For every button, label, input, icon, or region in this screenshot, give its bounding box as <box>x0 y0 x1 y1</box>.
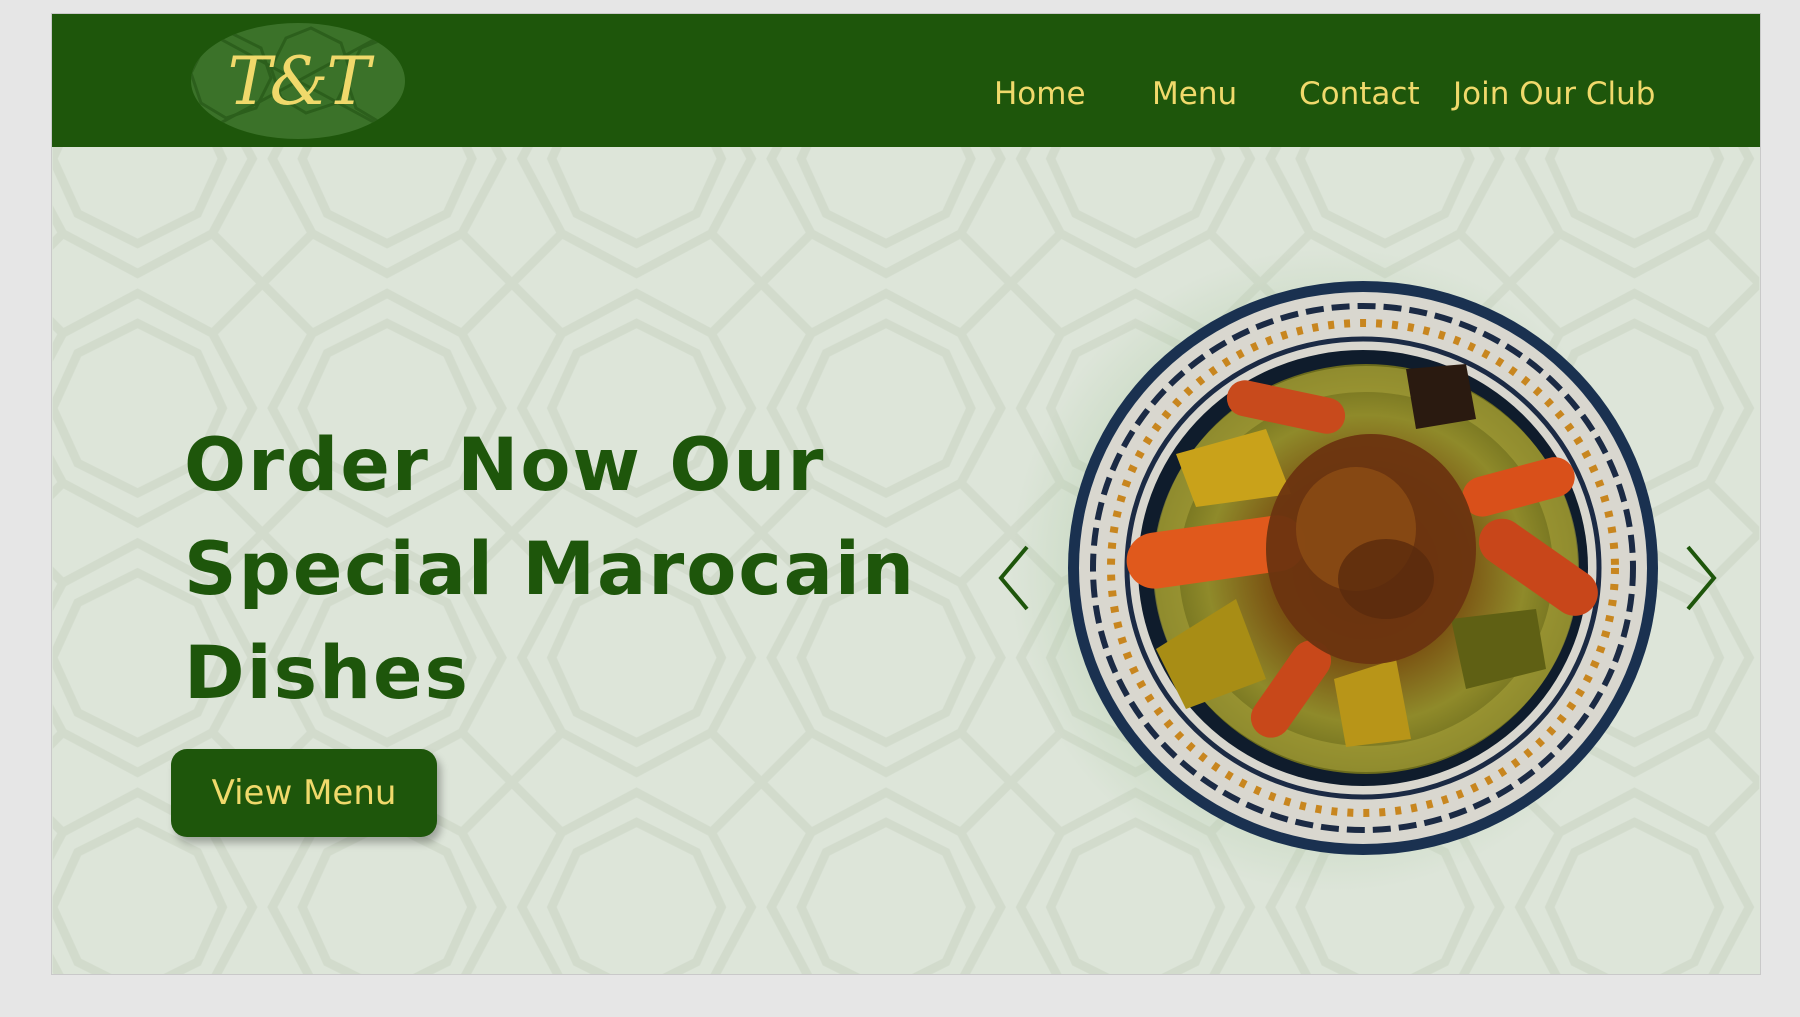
hero-title-line-2: Special Marocain <box>184 527 916 612</box>
site-header: T&T Home Menu Contact Join Our Club <box>52 14 1760 147</box>
hero-title: Order Now Our Special Marocain Dishes <box>184 414 964 726</box>
couscous-dish-image <box>1068 281 1658 855</box>
nav-join-our-club[interactable]: Join Our Club <box>1453 76 1655 112</box>
nav-menu[interactable]: Menu <box>1152 76 1237 112</box>
logo-text: T&T <box>227 42 371 120</box>
nav-home[interactable]: Home <box>994 76 1086 112</box>
carousel-next-button[interactable] <box>1680 543 1720 613</box>
chevron-right-icon <box>1686 545 1717 611</box>
view-menu-button[interactable]: View Menu <box>171 749 437 837</box>
hero-title-line-1: Order Now Our <box>184 423 826 508</box>
hero-title-line-3: Dishes <box>184 631 470 716</box>
logo[interactable]: T&T <box>191 23 405 139</box>
nav-contact[interactable]: Contact <box>1299 76 1420 112</box>
page-frame: T&T Home Menu Contact Join Our Club Orde… <box>51 13 1761 975</box>
carousel-prev-button[interactable] <box>995 543 1035 613</box>
chevron-left-icon <box>998 545 1029 611</box>
